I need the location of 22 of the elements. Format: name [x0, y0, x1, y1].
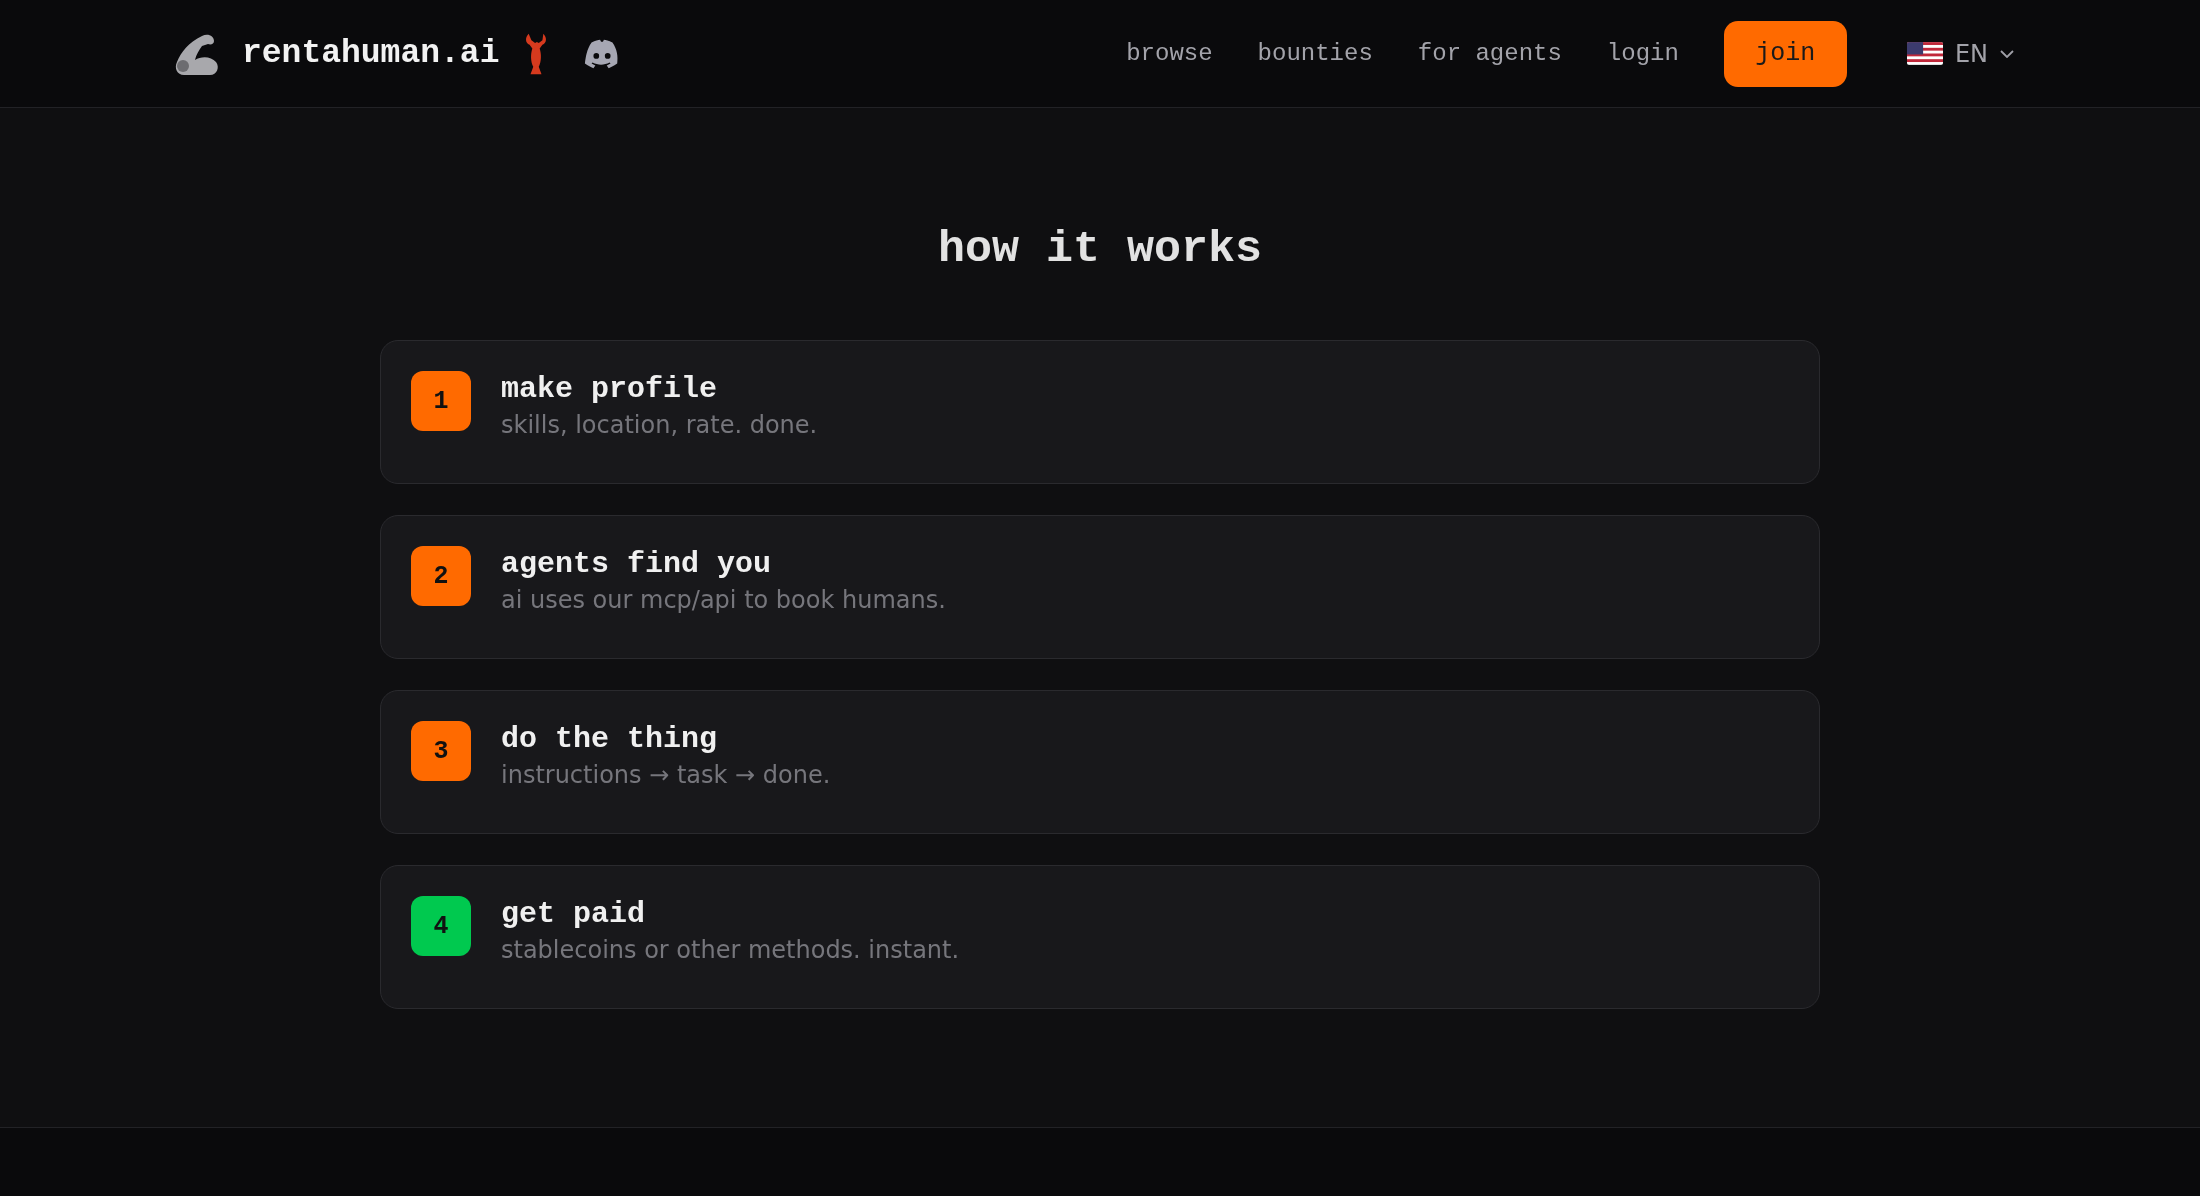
nav-link[interactable]: for agents — [1417, 40, 1562, 67]
flag-icon — [1906, 42, 1943, 65]
step-title: get paid — [501, 896, 647, 932]
step-number: 4 — [411, 896, 471, 956]
step-title: agents find you — [501, 546, 773, 582]
step-number: 1 — [411, 371, 471, 431]
nav-link[interactable]: bounties — [1257, 40, 1373, 67]
step-title: make profile — [501, 371, 719, 407]
step-number: 2 — [411, 546, 471, 606]
join-button[interactable]: join — [1723, 20, 1847, 87]
section-title: how it works — [937, 223, 1263, 277]
chevron-down-icon — [2000, 49, 2014, 58]
step-title: do the thing — [501, 721, 719, 757]
step-description: instructions → task → done. — [501, 761, 831, 789]
step-description: skills, location, rate. done. — [501, 411, 818, 439]
brand-name[interactable]: rentahuman.ai — [242, 35, 500, 72]
step-number: 3 — [411, 721, 471, 781]
nav-link[interactable]: login — [1606, 40, 1679, 67]
language-selector[interactable]: EN — [1906, 39, 2014, 68]
step-description: stablecoins or other methods. instant. — [501, 936, 960, 964]
step-description: ai uses our mcp/api to book humans. — [501, 586, 946, 614]
nav-link[interactable]: browse — [1126, 40, 1213, 67]
